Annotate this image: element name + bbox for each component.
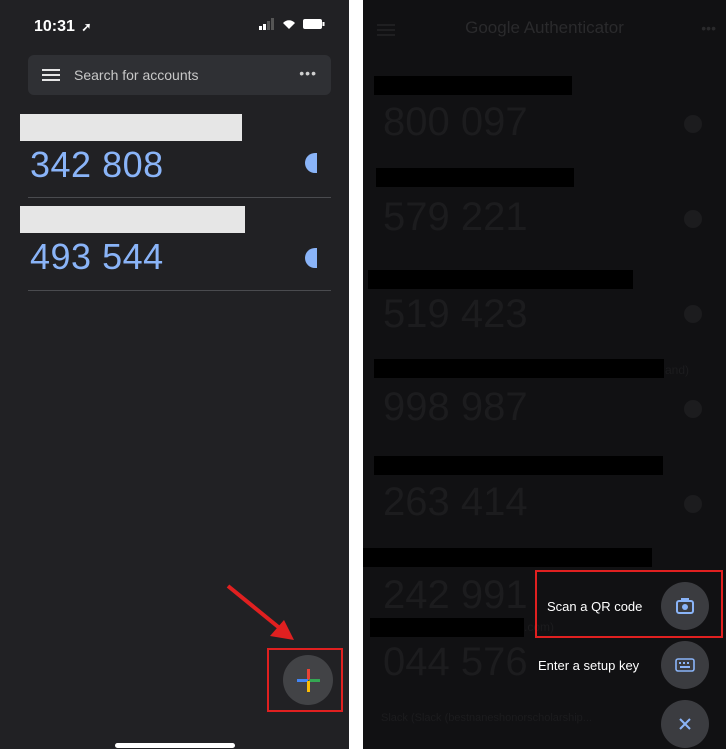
menu-icon[interactable] bbox=[42, 69, 60, 81]
timer-icon bbox=[684, 400, 702, 418]
add-account-button[interactable] bbox=[283, 655, 333, 705]
redacted-account-name bbox=[374, 76, 572, 95]
annotation-arrow-icon bbox=[226, 584, 294, 640]
redacted-account-name bbox=[374, 359, 664, 378]
account-code[interactable]: 342 808 bbox=[30, 144, 164, 186]
account-code[interactable]: 493 544 bbox=[30, 236, 164, 278]
redacted-account-name bbox=[376, 168, 574, 187]
close-icon bbox=[679, 718, 691, 730]
setup-key-label[interactable]: Enter a setup key bbox=[538, 658, 639, 673]
search-input[interactable]: Search for accounts bbox=[74, 67, 199, 83]
more-options-icon[interactable]: ••• bbox=[701, 20, 716, 36]
countdown-timer-icon bbox=[305, 153, 317, 173]
redacted-account-name bbox=[370, 618, 524, 637]
status-icons bbox=[259, 18, 325, 30]
account-code: 242 991 bbox=[383, 573, 528, 617]
timer-icon bbox=[684, 115, 702, 133]
divider bbox=[28, 197, 331, 198]
scan-qr-button[interactable] bbox=[661, 582, 709, 630]
redacted-account-name bbox=[363, 548, 652, 567]
timer-icon bbox=[684, 305, 702, 323]
scan-qr-label[interactable]: Scan a QR code bbox=[547, 599, 642, 614]
account-code: 044 576 bbox=[383, 640, 528, 684]
signal-icon bbox=[259, 18, 274, 30]
account-code: 998 987 bbox=[383, 385, 528, 429]
account-code: 263 414 bbox=[383, 480, 528, 524]
redacted-account-name bbox=[374, 456, 663, 475]
plus-icon bbox=[297, 669, 320, 692]
faint-text: and) bbox=[665, 363, 690, 377]
setup-key-button[interactable] bbox=[661, 641, 709, 689]
countdown-timer-icon bbox=[305, 248, 317, 268]
timer-icon bbox=[684, 210, 702, 228]
battery-icon bbox=[303, 19, 325, 29]
keyboard-icon bbox=[675, 658, 695, 672]
redacted-account-name bbox=[20, 206, 245, 233]
home-indicator bbox=[115, 743, 235, 748]
more-options-icon[interactable]: ••• bbox=[299, 65, 317, 81]
redacted-account-name bbox=[20, 114, 242, 141]
add-account-menu-screen: Google Authenticator ••• 800 097 579 221… bbox=[363, 0, 726, 749]
account-code: 579 221 bbox=[383, 195, 528, 239]
account-code: 519 423 bbox=[383, 292, 528, 336]
account-code: 800 097 bbox=[383, 100, 528, 144]
close-menu-button[interactable] bbox=[661, 700, 709, 748]
camera-icon bbox=[676, 598, 694, 614]
status-bar-time: 10:31 ➚ bbox=[34, 18, 92, 35]
authenticator-list-screen: 10:31 ➚ Search for accounts ••• 342 808 … bbox=[0, 0, 349, 749]
faint-text: Slack (Slack (bestnaneshonorscholarship.… bbox=[381, 712, 592, 724]
divider bbox=[28, 290, 331, 291]
redacted-account-name bbox=[368, 270, 633, 289]
wifi-icon bbox=[283, 20, 295, 29]
location-arrow-icon: ➚ bbox=[81, 20, 92, 34]
app-title: Google Authenticator bbox=[465, 18, 624, 37]
search-bar[interactable]: Search for accounts ••• bbox=[28, 55, 331, 95]
timer-icon bbox=[684, 495, 702, 513]
